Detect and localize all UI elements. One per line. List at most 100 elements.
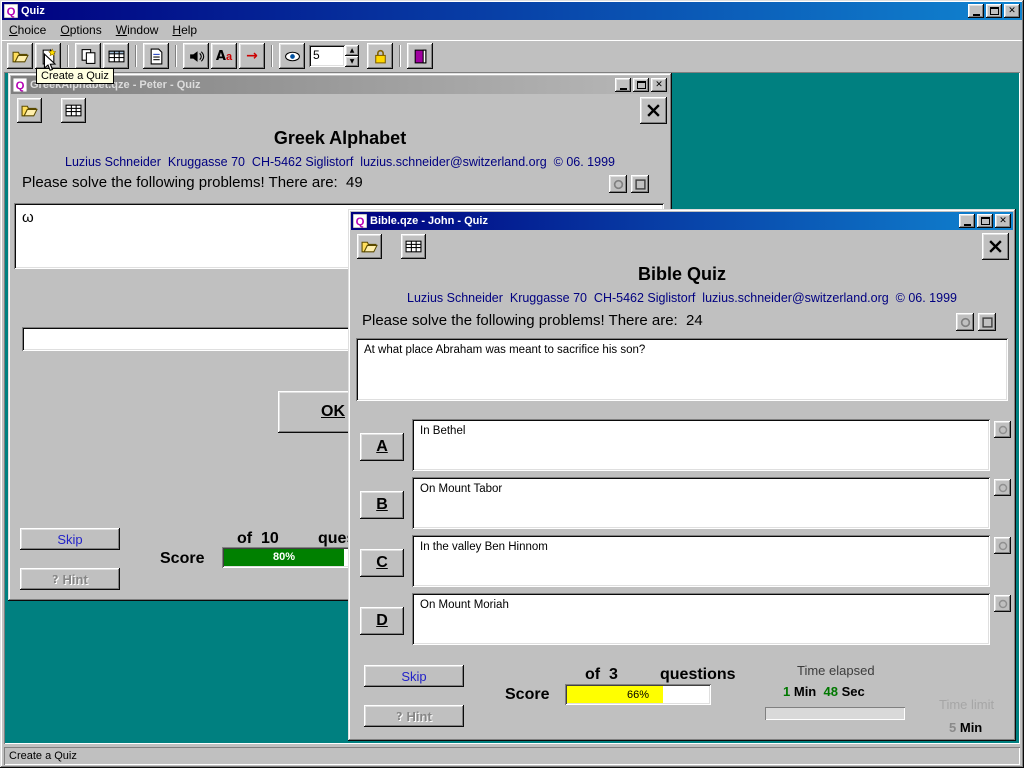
sound-button[interactable] [183,43,209,69]
copy-icon [80,48,97,65]
quiz-q-icon: Q [353,214,367,228]
hint-icon: ? [52,573,58,586]
magnifier-icon [998,425,1008,435]
toolbar-separator [135,45,137,67]
bible-window-title: Bible.qze - John - Quiz [370,215,956,227]
x-icon [646,103,661,118]
minimize-icon [964,224,971,226]
close-icon: ✕ [655,81,663,90]
answer-d-button[interactable]: D [360,607,404,635]
svg-text:Q: Q [16,80,25,92]
magnifier-icon [613,179,624,190]
hint-button[interactable]: ? Hint [364,705,464,727]
open-quiz-button[interactable] [7,43,33,69]
help-button[interactable] [407,43,433,69]
score-progress-bar: 66% [565,684,711,705]
main-window-title: Quiz [21,5,965,17]
skip-button[interactable]: Skip [364,665,464,687]
time-elapsed-value: 1 Min 48 Sec [783,684,865,699]
maximize-icon [981,217,990,225]
picture-window-button[interactable] [631,175,649,193]
open-button[interactable] [17,98,42,123]
status-text: Create a Quiz [9,750,77,762]
restore-button[interactable] [986,4,1002,18]
menu-options[interactable]: Options [53,21,108,39]
repeat-count-value[interactable]: 5 [309,45,345,67]
greek-window-title: GreekAlphabet.qze - Peter - Quiz [30,79,612,91]
book-icon [412,48,429,65]
magnifier-icon [998,599,1008,609]
minimize-button[interactable] [615,78,631,92]
answer-c-picture-button[interactable] [994,537,1011,554]
direction-button[interactable]: → [239,43,265,69]
maximize-button[interactable] [977,214,993,228]
spin-down-button[interactable]: ▼ [345,56,359,67]
main-title-bar[interactable]: Q Quiz ✕ [2,2,1022,20]
bible-quiz-window: Q Bible.qze - John - Quiz ✕ Bible Quiz L… [348,209,1016,741]
picture-button[interactable] [956,313,974,331]
score-questions-label: questions [660,666,736,684]
toolbar-separator [175,45,177,67]
answer-d-picture-button[interactable] [994,595,1011,612]
answer-a-box: In Bethel [412,419,990,471]
minimize-button[interactable] [968,4,984,18]
mouse-cursor [42,53,58,78]
table-button[interactable] [103,43,129,69]
folder-open-icon [21,102,38,119]
lock-button[interactable] [367,43,393,69]
status-bar: Create a Quiz [4,747,1020,765]
answer-a-button[interactable]: A [360,433,404,461]
letters-icon: Aa [216,49,232,64]
score-of-label: of 10 [237,530,279,548]
bible-title-bar[interactable]: Q Bible.qze - John - Quiz ✕ [351,212,1013,230]
quiz-q-icon: Q [13,78,27,92]
magnifier-icon [998,483,1008,493]
speaker-icon [188,48,205,65]
question-box: At what place Abraham was meant to sacri… [356,338,1008,401]
font-button[interactable]: Aa [211,43,237,69]
answer-c-box: In the valley Ben Hinnom [412,535,990,587]
picture-button[interactable] [609,175,627,193]
menu-bar: Choice Options Window Help [2,21,1022,39]
minimize-button[interactable] [959,214,975,228]
hint-icon: ? [396,710,402,723]
red-arrow-icon: → [246,48,258,64]
time-limit-progress-bar [765,707,905,720]
x-icon [988,239,1003,254]
answer-c-button[interactable]: C [360,549,404,577]
close-quiz-button[interactable] [982,233,1009,260]
copy-button[interactable] [75,43,101,69]
hint-button[interactable]: ? Hint [20,568,120,590]
question-text: At what place Abraham was meant to sacri… [356,338,1008,362]
statistics-button[interactable] [401,234,426,259]
maximize-button[interactable] [633,78,649,92]
close-icon: ✕ [1008,7,1016,16]
answer-b-button[interactable]: B [360,491,404,519]
svg-text:Q: Q [7,6,16,18]
statistics-button[interactable] [61,98,86,123]
answer-b-picture-button[interactable] [994,479,1011,496]
close-button[interactable]: ✕ [995,214,1011,228]
skip-button[interactable]: Skip [20,528,120,550]
report-button[interactable] [143,43,169,69]
open-button[interactable] [357,234,382,259]
menu-window[interactable]: Window [109,21,166,39]
menu-choice[interactable]: Choice [2,21,53,39]
magnifier-icon [960,317,971,328]
minimize-icon [973,14,980,16]
answer-row-a: A In Bethel [348,419,1016,471]
main-toolbar: Aa → 5 ▲ ▼ [2,40,1022,71]
close-button[interactable]: ✕ [651,78,667,92]
picture-window-button[interactable] [978,313,996,331]
view-button[interactable] [279,43,305,69]
answer-d-box: On Mount Moriah [412,593,990,645]
toolbar-separator [271,45,273,67]
minimize-icon [620,88,627,90]
score-percent: 80% [224,549,344,566]
quiz-heading: Bible Quiz [348,264,1016,285]
menu-help[interactable]: Help [165,21,204,39]
answer-a-picture-button[interactable] [994,421,1011,438]
close-quiz-button[interactable] [640,97,667,124]
close-button[interactable]: ✕ [1004,4,1020,18]
spin-up-button[interactable]: ▲ [345,45,359,56]
